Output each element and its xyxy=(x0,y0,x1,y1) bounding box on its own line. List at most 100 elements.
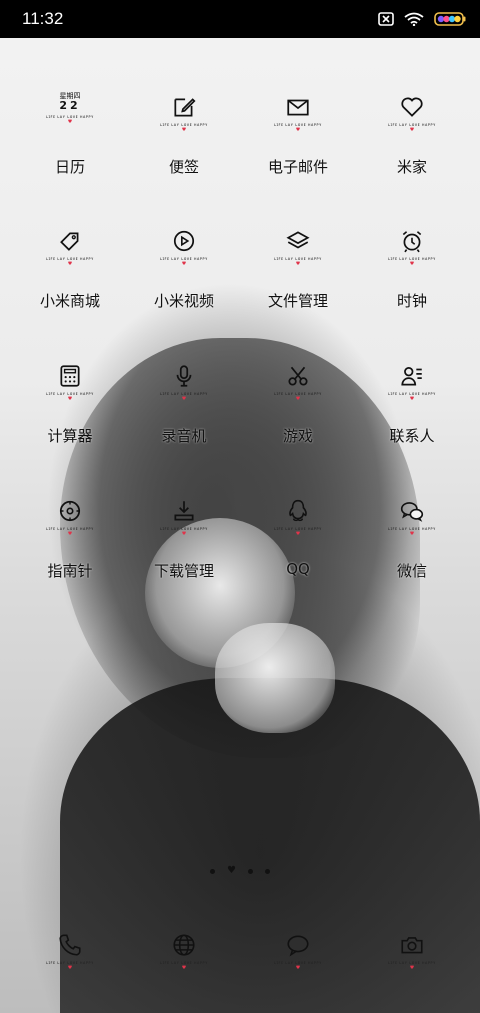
app-icon-wrap: ʟɪꜰᴇ ʟᴀʏ ʟᴏᴠᴇ ʜᴀᴘᴘʏ ♥ xyxy=(40,361,100,421)
app-label: 时钟 xyxy=(396,292,427,310)
app-calendar[interactable]: 星期四 22 ʟɪꜰᴇ ʟᴀʏ ʟᴏᴠᴇ ʜᴀᴘᴘʏ ♥ 日历 xyxy=(12,92,128,177)
tag-icon xyxy=(60,232,79,251)
app-icon-wrap: ʟɪꜰᴇ ʟᴀʏ ʟᴏᴠᴇ ʜᴀᴘᴘʏ ♥ xyxy=(154,92,214,152)
app-email[interactable]: ʟɪꜰᴇ ʟᴀʏ ʟᴏᴠᴇ ʜᴀᴘᴘʏ ♥ 电子邮件 xyxy=(240,92,356,177)
page-dot xyxy=(264,868,270,874)
app-label: 联系人 xyxy=(389,427,435,445)
heart-icon: ♥ xyxy=(67,531,73,537)
app-label: 电子邮件 xyxy=(267,158,328,176)
app-label: 小米商城 xyxy=(39,292,100,310)
wifi-icon xyxy=(404,12,424,26)
app-calculator[interactable]: ʟɪꜰᴇ ʟᴀʏ ʟᴏᴠᴇ ʜᴀᴘᴘʏ ♥ 计算器 xyxy=(12,361,128,446)
heart-icon: ♥ xyxy=(409,531,415,537)
scissors-icon xyxy=(288,366,308,386)
heart-icon: ♥ xyxy=(181,396,187,402)
app-qq[interactable]: ʟɪꜰᴇ ʟᴀʏ ʟᴏᴠᴇ ʜᴀᴘᴘʏ ♥ QQ xyxy=(240,496,356,578)
status-icons xyxy=(378,12,466,26)
page-dot-current-heart-icon: ♥ xyxy=(227,865,236,876)
download-icon xyxy=(174,501,194,521)
app-icon-wrap: ʟɪꜰᴇ ʟᴀʏ ʟᴏᴠᴇ ʜᴀᴘᴘʏ ♥ xyxy=(382,92,442,152)
app-compass[interactable]: ʟɪꜰᴇ ʟᴀʏ ʟᴏᴠᴇ ʜᴀᴘᴘʏ ♥ 指南针 xyxy=(12,496,128,581)
phone-icon xyxy=(59,934,81,956)
heart-icon: ♥ xyxy=(295,127,301,133)
mail-icon xyxy=(287,99,309,116)
status-time: 11:32 xyxy=(22,9,64,28)
app-label: 录音机 xyxy=(161,427,207,445)
heart-icon: ♥ xyxy=(67,119,73,125)
app-file-manager[interactable]: ʟɪꜰᴇ ʟᴀʏ ʟᴏᴠᴇ ʜᴀᴘᴘʏ ♥ 文件管理 xyxy=(240,226,356,311)
app-label: 便签 xyxy=(168,158,199,176)
app-games[interactable]: ʟɪꜰᴇ ʟᴀʏ ʟᴏᴠᴇ ʜᴀᴘᴘʏ ♥ 游戏 xyxy=(240,361,356,446)
app-label: 小米视频 xyxy=(153,292,214,310)
heart-icon: ♥ xyxy=(295,396,301,402)
heart-icon: ♥ xyxy=(181,531,187,537)
app-icon-wrap: ʟɪꜰᴇ ʟᴀʏ ʟᴏᴠᴇ ʜᴀᴘᴘʏ ♥ xyxy=(268,92,328,152)
heart-icon: ♥ xyxy=(181,127,187,133)
dock-phone[interactable]: ʟɪꜰᴇ ʟᴀʏ ʟᴏᴠᴇ ʜᴀᴘᴘʏ ♥ xyxy=(12,932,128,971)
app-label: 计算器 xyxy=(47,427,93,445)
dock-browser[interactable]: ʟɪꜰᴇ ʟᴀʏ ʟᴏᴠᴇ ʜᴀᴘᴘʏ ♥ xyxy=(126,932,242,971)
heart-icon: ♥ xyxy=(295,261,301,267)
app-label: 米家 xyxy=(396,158,427,176)
app-icon-wrap: ʟɪꜰᴇ ʟᴀʏ ʟᴏᴠᴇ ʜᴀᴘᴘʏ ♥ xyxy=(382,226,442,286)
heart-icon: ♥ xyxy=(67,261,73,267)
wechat-icon xyxy=(400,502,424,522)
compass-icon xyxy=(59,500,81,522)
heart-icon: ♥ xyxy=(295,965,301,971)
alarm-clock-icon xyxy=(402,231,422,253)
app-label: 下载管理 xyxy=(153,562,214,580)
camera-icon xyxy=(401,937,423,954)
app-mi-store[interactable]: ʟɪꜰᴇ ʟᴀʏ ʟᴏᴠᴇ ʜᴀᴘᴘʏ ♥ 小米商城 xyxy=(12,226,128,311)
app-icon-wrap: ʟɪꜰᴇ ʟᴀʏ ʟᴏᴠᴇ ʜᴀᴘᴘʏ ♥ xyxy=(40,226,100,286)
heart-icon: ♥ xyxy=(181,965,187,971)
app-icon-wrap: ʟɪꜰᴇ ʟᴀʏ ʟᴏᴠᴇ ʜᴀᴘᴘʏ ♥ xyxy=(154,496,214,556)
calendar-day: 22 xyxy=(59,99,81,112)
app-contacts[interactable]: ʟɪꜰᴇ ʟᴀʏ ʟᴏᴠᴇ ʜᴀᴘᴘʏ ♥ 联系人 xyxy=(354,361,470,446)
app-label: 游戏 xyxy=(282,427,313,445)
heart-icon: ♥ xyxy=(295,531,301,537)
notes-icon xyxy=(174,98,196,117)
page-indicator[interactable]: ♥ xyxy=(0,866,480,876)
page-dot xyxy=(247,868,253,874)
app-label: 微信 xyxy=(396,562,427,580)
dock-camera[interactable]: ʟɪꜰᴇ ʟᴀʏ ʟᴏᴠᴇ ʜᴀᴘᴘʏ ♥ xyxy=(354,932,470,971)
app-icon-wrap: ʟɪꜰᴇ ʟᴀʏ ʟᴏᴠᴇ ʜᴀᴘᴘʏ ♥ xyxy=(154,226,214,286)
app-icon-wrap: ʟɪꜰᴇ ʟᴀʏ ʟᴏᴠᴇ ʜᴀᴘᴘʏ ♥ xyxy=(40,496,100,556)
heart-icon: ♥ xyxy=(181,261,187,267)
sim-off-icon xyxy=(378,12,394,26)
app-notes[interactable]: ʟɪꜰᴇ ʟᴀʏ ʟᴏᴠᴇ ʜᴀᴘᴘʏ ♥ 便签 xyxy=(126,92,242,177)
app-clock[interactable]: ʟɪꜰᴇ ʟᴀʏ ʟᴏᴠᴇ ʜᴀᴘᴘʏ ♥ 时钟 xyxy=(354,226,470,311)
app-download-manager[interactable]: ʟɪꜰᴇ ʟᴀʏ ʟᴏᴠᴇ ʜᴀᴘᴘʏ ♥ 下载管理 xyxy=(126,496,242,581)
app-label: 指南针 xyxy=(47,562,93,580)
wallpaper-hand xyxy=(215,623,335,733)
app-icon-wrap: ʟɪꜰᴇ ʟᴀʏ ʟᴏᴠᴇ ʜᴀᴘᴘʏ ♥ xyxy=(268,361,328,421)
browser-globe-icon xyxy=(173,934,195,956)
page-dot xyxy=(210,868,216,874)
heart-icon: ♥ xyxy=(409,396,415,402)
dock-messages[interactable]: ʟɪꜰᴇ ʟᴀʏ ʟᴏᴠᴇ ʜᴀᴘᴘʏ ♥ xyxy=(240,932,356,971)
app-recorder[interactable]: ʟɪꜰᴇ ʟᴀʏ ʟᴏᴠᴇ ʜᴀᴘᴘʏ ♥ 录音机 xyxy=(126,361,242,446)
app-icon-wrap: ʟɪꜰᴇ ʟᴀʏ ʟᴏᴠᴇ ʜᴀᴘᴘʏ ♥ xyxy=(154,361,214,421)
heart-icon xyxy=(401,97,423,117)
app-wechat[interactable]: ʟɪꜰᴇ ʟᴀʏ ʟᴏᴠᴇ ʜᴀᴘᴘʏ ♥ 微信 xyxy=(354,496,470,581)
battery-icon xyxy=(434,12,466,26)
qq-penguin-icon xyxy=(289,499,307,522)
app-label: QQ xyxy=(286,560,310,578)
app-icon-wrap: ʟɪꜰᴇ ʟᴀʏ ʟᴏᴠᴇ ʜᴀᴘᴘʏ ♥ xyxy=(382,496,442,556)
calculator-icon xyxy=(60,365,80,387)
app-mijia[interactable]: ʟɪꜰᴇ ʟᴀʏ ʟᴏᴠᴇ ʜᴀᴘᴘʏ ♥ 米家 xyxy=(354,92,470,177)
app-icon-wrap: ʟɪꜰᴇ ʟᴀʏ ʟᴏᴠᴇ ʜᴀᴘᴘʏ ♥ xyxy=(382,361,442,421)
app-mi-video[interactable]: ʟɪꜰᴇ ʟᴀʏ ʟᴏᴠᴇ ʜᴀᴘᴘʏ ♥ 小米视频 xyxy=(126,226,242,311)
app-label: 文件管理 xyxy=(267,292,328,310)
heart-icon: ♥ xyxy=(409,261,415,267)
message-bubble-icon xyxy=(287,935,309,957)
app-label: 日历 xyxy=(54,158,85,176)
layers-icon xyxy=(286,231,310,249)
heart-icon: ♥ xyxy=(409,127,415,133)
app-icon-wrap: ʟɪꜰᴇ ʟᴀʏ ʟᴏᴠᴇ ʜᴀᴘᴘʏ ♥ xyxy=(268,496,328,556)
heart-icon: ♥ xyxy=(67,965,73,971)
microphone-icon xyxy=(176,365,192,387)
contacts-icon xyxy=(401,367,422,386)
heart-icon: ♥ xyxy=(67,396,73,402)
app-icon-wrap: ʟɪꜰᴇ ʟᴀʏ ʟᴏᴠᴇ ʜᴀᴘᴘʏ ♥ xyxy=(268,226,328,286)
